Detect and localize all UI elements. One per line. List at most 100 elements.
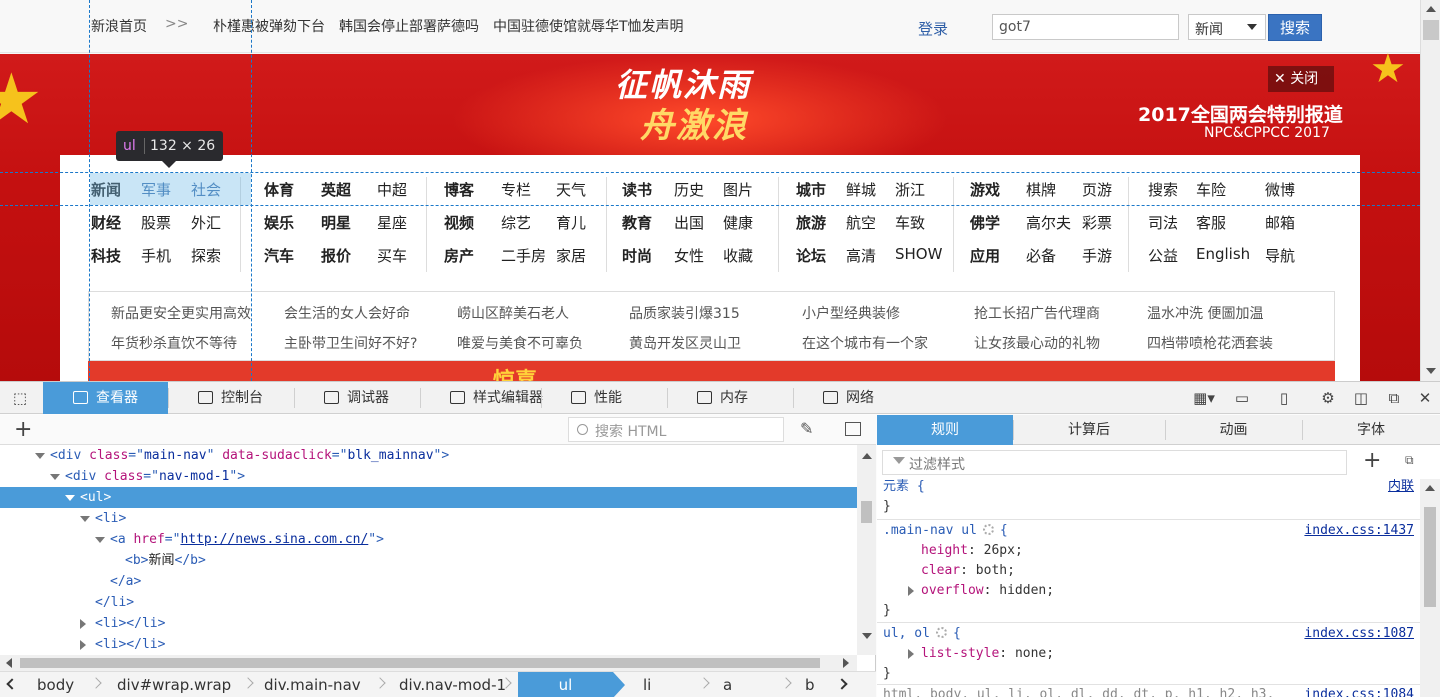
scroll-right-icon[interactable] (843, 658, 849, 668)
nav-link[interactable]: 鲜城 (846, 179, 876, 200)
sub-nav-link[interactable]: 品质家装引爆315 (629, 303, 740, 323)
nav-link[interactable]: 佛学 (970, 212, 1000, 233)
chevron-right-icon[interactable] (836, 678, 848, 690)
rule3-source[interactable]: index.css:1084 (1304, 685, 1414, 697)
sidebar-toggle-icon[interactable] (845, 422, 861, 436)
nav-link[interactable]: 读书 (622, 179, 652, 200)
nav-link[interactable]: SHOW (895, 245, 942, 263)
search-input[interactable]: got7 (992, 14, 1179, 40)
expand-arrow-icon[interactable] (908, 649, 914, 659)
sub-nav-link[interactable]: 唯爱与美食不可辜负 (457, 333, 583, 353)
breadcrumb-item[interactable]: ul (518, 672, 625, 697)
nav-link[interactable]: 时尚 (622, 245, 652, 266)
search-button[interactable]: 搜索 (1268, 14, 1322, 41)
breadcrumb-item[interactable]: a (723, 672, 732, 697)
nav-link[interactable]: English (1196, 245, 1250, 263)
nav-link[interactable]: 体育 (264, 179, 294, 200)
nav-link[interactable]: 中超 (377, 179, 407, 200)
markup-node[interactable]: <li></li> (0, 613, 857, 634)
nav-link[interactable]: 报价 (321, 245, 351, 266)
dock-side-icon[interactable]: ◫ (1353, 390, 1369, 406)
nav-link[interactable]: 车致 (895, 212, 925, 233)
sub-nav-link[interactable]: 主卧带卫生间好不好? (284, 333, 417, 353)
tree-hscrollbar[interactable] (0, 655, 857, 671)
tab-network[interactable]: 网络 (793, 382, 888, 414)
nav-link[interactable]: 页游 (1082, 179, 1112, 200)
tab-performance[interactable]: 性能 (541, 382, 667, 414)
markup-node[interactable]: <li> (0, 508, 857, 529)
filter-styles-input[interactable]: 过滤样式 (882, 450, 1347, 475)
nav-link[interactable]: 娱乐 (264, 212, 294, 233)
rules-tab[interactable]: 动画 (1165, 415, 1302, 445)
nav-link[interactable]: 手游 (1082, 245, 1112, 266)
rules-tab[interactable]: 规则 (877, 415, 1013, 445)
headline-link[interactable]: 中国驻德使馆就辱华T恤发声明 (493, 19, 684, 35)
search-html-input[interactable]: 搜索 HTML (568, 417, 784, 442)
breadcrumb-item[interactable]: div.nav-mod-1 (399, 672, 506, 697)
sub-nav-link[interactable]: 崂山区醉美石老人 (457, 303, 569, 323)
scroll-thumb[interactable] (20, 658, 820, 668)
nav-link[interactable]: 历史 (674, 179, 704, 200)
nav-link[interactable]: 浙江 (895, 179, 925, 200)
nav-link[interactable]: 棋牌 (1026, 179, 1056, 200)
nav-link[interactable]: 天气 (556, 179, 586, 200)
nav-link[interactable]: 航空 (846, 212, 876, 233)
scroll-down-icon[interactable] (1426, 368, 1436, 374)
scroll-left-icon[interactable] (6, 658, 12, 668)
css-property[interactable]: height: 26px; (921, 541, 1023, 561)
nav-link[interactable]: 旅游 (796, 212, 826, 233)
scroll-up-icon[interactable] (1426, 6, 1436, 12)
search-category-select[interactable]: 新闻 (1188, 14, 1266, 40)
css-property[interactable]: overflow: hidden; (921, 581, 1054, 601)
expand-arrow-icon[interactable] (65, 495, 75, 501)
nav-link[interactable]: 邮箱 (1265, 212, 1295, 233)
scroll-thumb[interactable] (861, 501, 872, 523)
tree-scrollbar[interactable] (857, 445, 876, 655)
nav-link[interactable]: 综艺 (501, 212, 531, 233)
expand-arrow-icon[interactable] (908, 586, 914, 596)
tab-inspector[interactable]: 查看器 (43, 382, 168, 414)
markup-node[interactable]: <div class="nav-mod-1"> (0, 466, 857, 487)
collapse-arrow-icon[interactable] (80, 619, 86, 629)
nav-link[interactable]: 汽车 (264, 245, 294, 266)
nav-link[interactable]: 探索 (191, 245, 221, 266)
sub-nav-link[interactable]: 抢工长招广告代理商 (974, 303, 1100, 323)
nav-link[interactable]: 高尔夫 (1026, 212, 1071, 233)
sub-nav-link[interactable]: 四档带喷枪花洒套装 (1147, 333, 1273, 353)
collapse-arrow-icon[interactable] (80, 640, 86, 650)
nav-link[interactable]: 城市 (796, 179, 826, 200)
scroll-thumb[interactable] (1423, 20, 1439, 40)
expand-arrow-icon[interactable] (80, 516, 90, 522)
class-toggle-icon[interactable]: ⧉ (1405, 453, 1423, 471)
nav-link[interactable]: 健康 (723, 212, 753, 233)
split-console-icon[interactable]: ▭ (1234, 390, 1250, 406)
breadcrumb-item[interactable]: body (37, 672, 74, 697)
expand-arrow-icon[interactable] (35, 453, 45, 459)
sub-nav-link[interactable]: 让女孩最心动的礼物 (974, 333, 1100, 353)
headline-link[interactable]: 韩国会停止部署萨德吗 (339, 19, 479, 35)
sub-nav-link[interactable]: 会生活的女人会好命 (284, 303, 410, 323)
nav-link[interactable]: 车险 (1196, 179, 1226, 200)
nav-link[interactable]: 搜索 (1148, 179, 1178, 200)
nav-link[interactable]: 收藏 (723, 245, 753, 266)
nav-link[interactable]: 教育 (622, 212, 652, 233)
tab-style-editor[interactable]: 样式编辑器 (420, 382, 543, 414)
breadcrumb-item[interactable]: div#wrap.wrap (117, 672, 231, 697)
eyedropper-icon[interactable]: ✎ (800, 419, 813, 438)
sub-nav-link[interactable]: 年货秒杀直饮不等待 (111, 333, 237, 353)
nav-link[interactable]: 必备 (1026, 245, 1056, 266)
breadcrumb-item[interactable]: li (643, 672, 651, 697)
headline-link[interactable]: 朴槿惠被弹劾下台 (213, 19, 325, 35)
markup-node[interactable]: <div class="main-nav" data-sudaclick="bl… (0, 445, 857, 466)
nav-link[interactable]: 明星 (321, 212, 351, 233)
rule-source[interactable]: 内联 (1388, 479, 1414, 497)
rule1-source[interactable]: index.css:1437 (1304, 521, 1414, 541)
nav-link[interactable]: 导航 (1265, 245, 1295, 266)
nav-link[interactable]: 司法 (1148, 212, 1178, 233)
nav-link[interactable]: 女性 (674, 245, 704, 266)
markup-node[interactable]: <a href="http://news.sina.com.cn/"> (0, 529, 857, 550)
nav-link[interactable]: 博客 (444, 179, 474, 200)
nav-link[interactable]: 彩票 (1082, 212, 1112, 233)
nav-link[interactable]: 公益 (1148, 245, 1178, 266)
nav-link[interactable]: 英超 (321, 179, 351, 200)
